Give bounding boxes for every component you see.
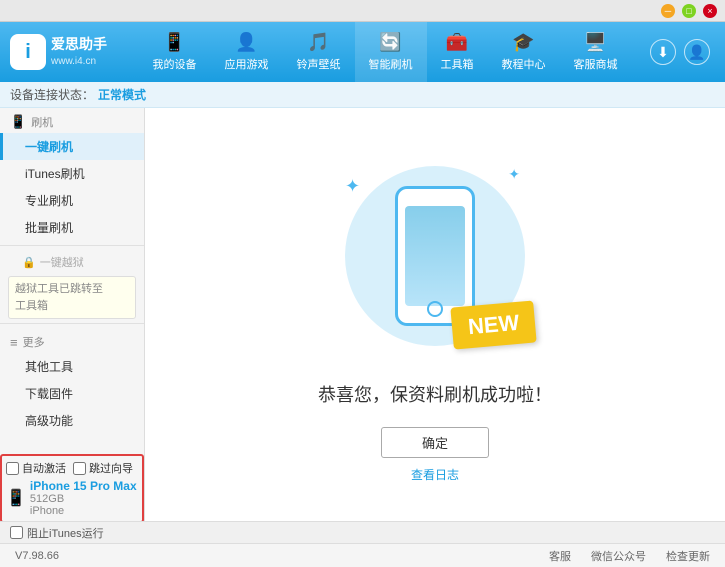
- itunes-bar: 阻止iTunes运行: [0, 521, 725, 543]
- device-phone-icon: 📱: [6, 488, 26, 508]
- device-icon: 📱: [163, 32, 185, 53]
- maximize-button[interactable]: □: [682, 4, 696, 18]
- sidebar-item-other-tools[interactable]: 其他工具: [0, 353, 144, 380]
- section-flash-icon: 📱: [10, 114, 26, 130]
- device-panel: 自动激活 跳过向导 📱 iPhone 15 Pro Max 512GB iPho…: [0, 454, 144, 521]
- app-logo: i 爱思助手 www.i4.cn: [10, 34, 120, 70]
- main-content: NEW ✦ ✦ 恭喜您，保资料刷机成功啦！ 确定 查看日志: [145, 108, 725, 521]
- logo-icon: i: [10, 34, 46, 70]
- sidebar-divider-2: [0, 323, 144, 324]
- success-text: 恭喜您，保资料刷机成功啦！: [318, 381, 552, 407]
- sidebar-locked-jailbreak: 🔒 一键越狱: [0, 250, 144, 274]
- footer-check-update[interactable]: 检查更新: [666, 548, 710, 564]
- nav-flash[interactable]: 🔄 智能刷机: [355, 22, 427, 82]
- section-more-icon: ≡: [10, 335, 18, 350]
- confirm-button[interactable]: 确定: [381, 427, 489, 458]
- download-button[interactable]: ⬇: [650, 39, 676, 65]
- sidebar-item-firmware[interactable]: 下载固件: [0, 380, 144, 407]
- phone-home-btn: [427, 301, 443, 317]
- sidebar-locked-notice: 越狱工具已跳转至 工具箱: [8, 276, 136, 319]
- sidebar: 📱 刷机 一键刷机 iTunes刷机 专业刷机 批量刷机 🔒 一键越狱 越狱工具…: [0, 108, 145, 521]
- close-button[interactable]: ×: [703, 4, 717, 18]
- footer-service[interactable]: 客服: [549, 548, 571, 564]
- star-right-icon: ✦: [508, 166, 520, 183]
- header: i 爱思助手 www.i4.cn 📱 我的设备 👤 应用游戏 🎵 铃声壁纸 🔄 …: [0, 22, 725, 82]
- nav-toolbox[interactable]: 🧰 工具箱: [427, 22, 488, 82]
- footer-left: V7.98.66: [15, 550, 529, 562]
- ringtone-icon: 🎵: [307, 32, 329, 53]
- lock-icon: 🔒: [22, 256, 36, 269]
- account-button[interactable]: 👤: [684, 39, 710, 65]
- sidebar-section-more: ≡ 更多: [0, 328, 144, 353]
- sidebar-divider-1: [0, 245, 144, 246]
- auto-activate-checkbox[interactable]: [6, 462, 19, 475]
- new-badge: NEW: [450, 300, 537, 349]
- phone-body: [395, 186, 475, 326]
- sidebar-item-advanced[interactable]: 高级功能: [0, 407, 144, 434]
- toolbox-icon: 🧰: [446, 32, 468, 53]
- footer-right: 客服 微信公众号 检查更新: [549, 548, 710, 564]
- device-info-row: 📱 iPhone 15 Pro Max 512GB iPhone: [6, 479, 138, 517]
- flash-icon: 🔄: [379, 32, 401, 53]
- auto-activate-row: 自动激活 跳过向导: [6, 460, 138, 476]
- nav-store[interactable]: 🖥️ 客服商城: [560, 22, 632, 82]
- sidebar-item-itunes[interactable]: iTunes刷机: [0, 160, 144, 187]
- store-icon: 🖥️: [584, 32, 606, 53]
- tutorial-icon: 🎓: [512, 32, 534, 53]
- sidebar-item-onekey[interactable]: 一键刷机: [0, 133, 144, 160]
- star-left-icon: ✦: [345, 176, 360, 197]
- nav-tutorial[interactable]: 🎓 教程中心: [488, 22, 560, 82]
- logo-text: 爱思助手 www.i4.cn: [51, 35, 107, 69]
- quick-guide-checkbox[interactable]: [73, 462, 86, 475]
- footer-wechat[interactable]: 微信公众号: [591, 548, 646, 564]
- header-right: ⬇ 👤: [650, 39, 710, 65]
- main-nav: 📱 我的设备 👤 应用游戏 🎵 铃声壁纸 🔄 智能刷机 🧰 工具箱 🎓 教程中心…: [120, 22, 650, 82]
- sidebar-item-pro[interactable]: 专业刷机: [0, 187, 144, 214]
- nav-apps[interactable]: 👤 应用游戏: [211, 22, 283, 82]
- subheader: 设备连接状态： 正常模式: [0, 82, 725, 108]
- phone-screen: [405, 206, 465, 306]
- nav-ringtones[interactable]: 🎵 铃声壁纸: [283, 22, 355, 82]
- nav-my-device[interactable]: 📱 我的设备: [139, 22, 211, 82]
- phone-illustration: NEW ✦ ✦: [325, 146, 545, 366]
- minimize-button[interactable]: ─: [661, 4, 675, 18]
- sidebar-item-batch[interactable]: 批量刷机: [0, 214, 144, 241]
- main-layout: 📱 刷机 一键刷机 iTunes刷机 专业刷机 批量刷机 🔒 一键越狱 越狱工具…: [0, 108, 725, 521]
- view-log-link[interactable]: 查看日志: [411, 466, 459, 483]
- apps-icon: 👤: [235, 32, 257, 53]
- footer: V7.98.66 客服 微信公众号 检查更新: [0, 543, 725, 567]
- sidebar-section-flash: 📱 刷机: [0, 108, 144, 133]
- block-itunes-checkbox[interactable]: [10, 526, 23, 539]
